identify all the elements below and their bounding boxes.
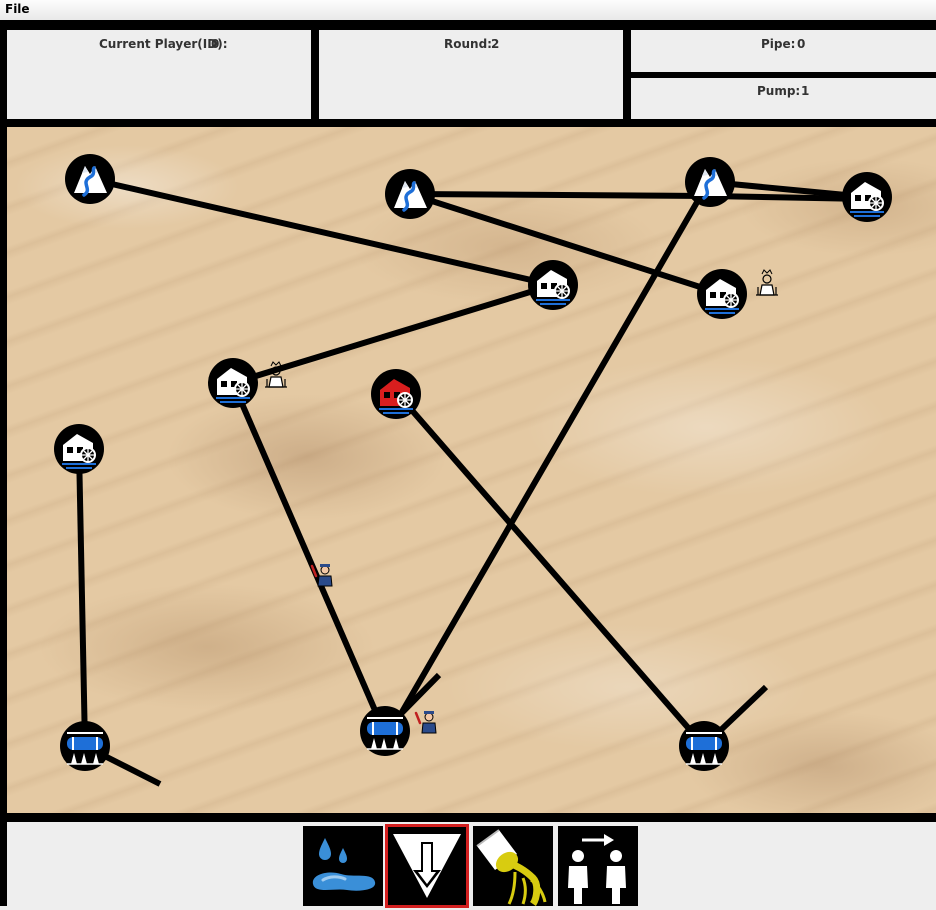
move-action-button[interactable]	[385, 824, 469, 908]
pipe-value: 0	[797, 37, 806, 51]
down-arrow-icon	[393, 834, 461, 898]
pump-value: 1	[801, 84, 810, 98]
mountain-spring-icon[interactable]	[683, 155, 737, 209]
water-puddle-icon	[312, 838, 376, 891]
game-board[interactable]	[7, 127, 936, 813]
pump-station-icon[interactable]	[527, 259, 579, 311]
pump-station-icon[interactable]	[207, 357, 259, 409]
sticky-action-button[interactable]	[473, 826, 553, 906]
round-panel: Round: 2	[319, 30, 623, 119]
pass-action-button[interactable]	[558, 826, 638, 906]
current-player-label: Current Player(ID):	[99, 37, 228, 51]
menu-bar: File	[0, 0, 936, 20]
pump-station-icon[interactable]	[696, 268, 748, 320]
round-value: 2	[491, 37, 500, 51]
file-menu[interactable]: File	[5, 2, 30, 16]
pump-label: Pump:	[757, 84, 801, 98]
leak-action-button[interactable]	[303, 826, 383, 906]
cistern-tank-icon[interactable]	[359, 705, 411, 757]
pipe-label: Pipe:	[761, 37, 796, 51]
cistern-tank-icon[interactable]	[678, 720, 730, 772]
mountain-spring-icon[interactable]	[63, 152, 117, 206]
sticky-pipe-icon	[476, 829, 547, 906]
pump-panel: Pump: 1	[631, 78, 936, 119]
current-player-value: 0	[211, 37, 220, 51]
mountain-spring-icon[interactable]	[383, 167, 437, 221]
pipe-network	[76, 176, 868, 787]
plumber-icon	[414, 709, 438, 735]
board-canvas	[53, 152, 893, 787]
cistern-tank-icon[interactable]	[59, 720, 111, 772]
pump-station-icon[interactable]	[53, 423, 105, 475]
round-label: Round:	[444, 37, 492, 51]
action-bar	[7, 822, 936, 908]
current-player-panel: Current Player(ID): 0	[7, 30, 311, 119]
pass-turn-icon	[568, 834, 626, 904]
pipe-panel: Pipe: 0	[631, 30, 936, 72]
pump-station-icon[interactable]	[841, 171, 893, 223]
broken-pump-station-icon[interactable]	[370, 368, 422, 420]
saboteur-icon	[755, 269, 779, 296]
